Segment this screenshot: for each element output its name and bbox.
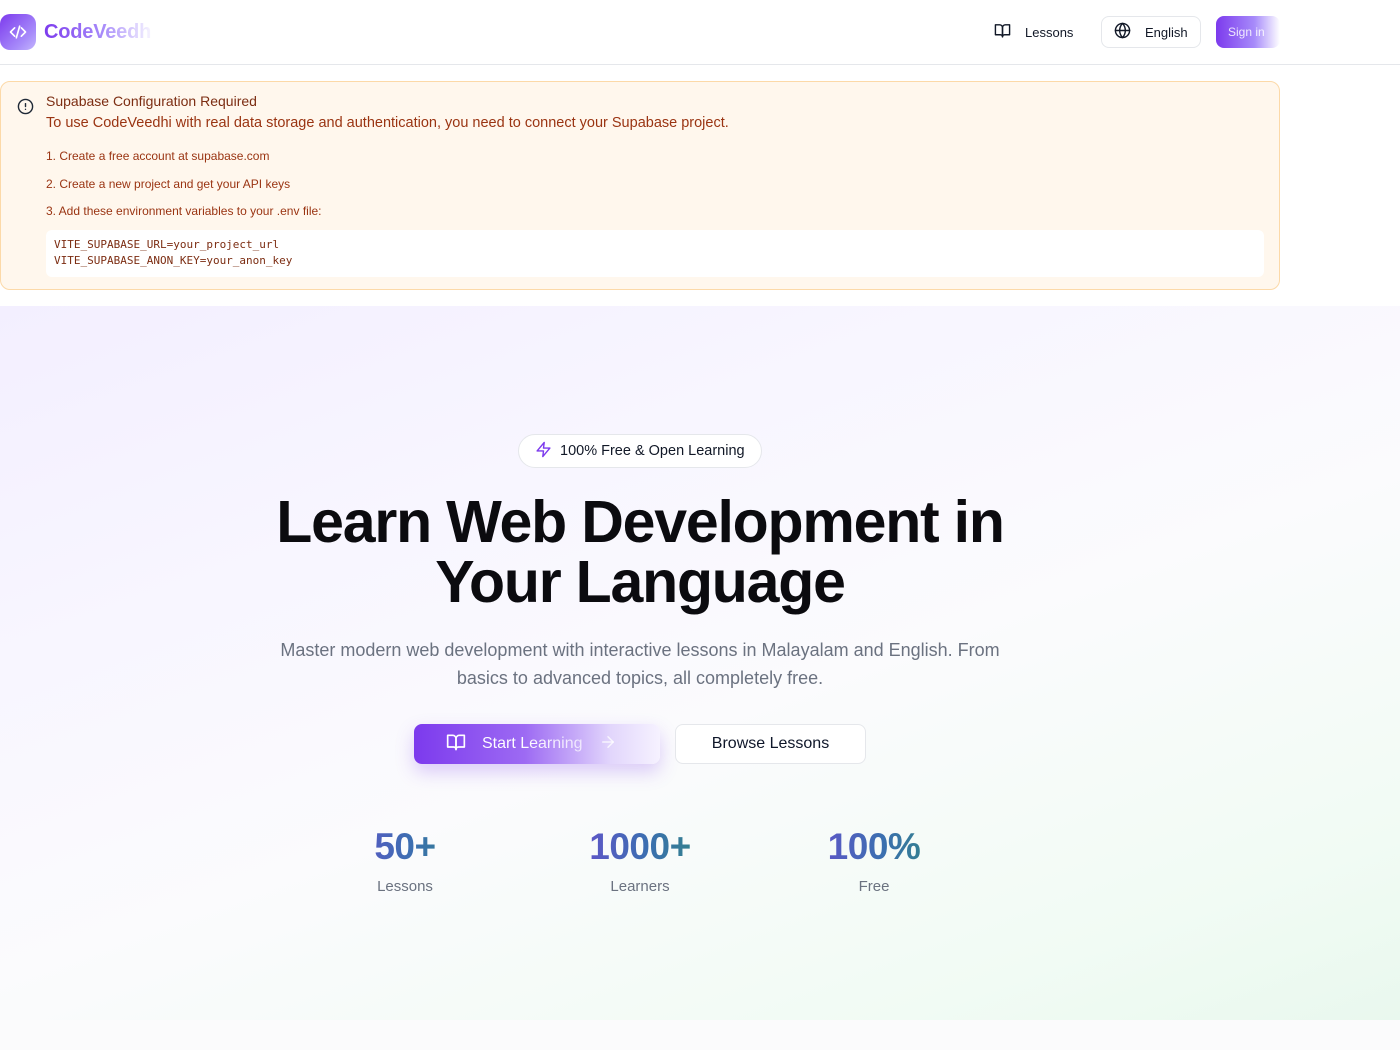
nav-lessons-label: Lessons xyxy=(1025,24,1074,40)
headline-line-2: Your Language xyxy=(435,549,846,615)
headline-line-1: Learn Web Development in xyxy=(276,489,1005,555)
brand-name: CodeVeedh xyxy=(44,20,152,43)
setup-step: 2. Create a new project and get your API… xyxy=(46,176,291,191)
hero-subtext: Master modern web development with inter… xyxy=(250,636,1030,692)
arrow-right-icon xyxy=(599,733,617,756)
stat-free: 100% Free xyxy=(794,826,954,895)
badge-label: 100% Free & Open Learning xyxy=(560,443,745,459)
zap-icon xyxy=(535,441,552,462)
book-open-icon xyxy=(994,22,1011,42)
globe-icon xyxy=(1114,22,1131,42)
language-selector[interactable]: English xyxy=(1101,16,1201,48)
sign-in-button[interactable]: Sign in xyxy=(1216,16,1280,48)
stat-label: Free xyxy=(858,878,890,895)
start-learning-label: Start Learning xyxy=(482,735,583,752)
supabase-config-alert: Supabase Configuration Required To use C… xyxy=(0,81,1280,290)
setup-steps: 1. Create a free account at supabase.com… xyxy=(46,149,322,232)
code-line: VITE_SUPABASE_ANON_KEY=your_anon_key xyxy=(54,254,293,267)
brand-logo[interactable]: CodeVeedh xyxy=(0,14,151,50)
nav-lessons-link[interactable]: Lessons xyxy=(982,16,1085,48)
stat-label: Learners xyxy=(610,878,670,895)
start-learning-button[interactable]: Start Learning xyxy=(414,724,660,764)
top-navbar: CodeVeedh Lessons English Sign in xyxy=(0,0,1400,65)
setup-step: 1. Create a free account at supabase.com xyxy=(46,149,270,163)
setup-step: 3. Add these environment variables to yo… xyxy=(46,204,322,218)
subtext-line-1: Master modern web development with inter… xyxy=(280,640,1000,660)
stat-value: 1000+ xyxy=(560,826,720,868)
browse-lessons-button[interactable]: Browse Lessons xyxy=(675,724,866,764)
alert-description: To use CodeVeedhi with real data storage… xyxy=(46,115,729,131)
stat-lessons: 50+ Lessons xyxy=(325,826,485,895)
subtext-line-2: basics to advanced topics, all completel… xyxy=(456,668,824,688)
env-code-block: VITE_SUPABASE_URL=your_project_url VITE_… xyxy=(46,230,1264,277)
free-learning-badge: 100% Free & Open Learning xyxy=(518,434,762,468)
next-section-edge xyxy=(0,1020,1400,1050)
stat-value: 50+ xyxy=(325,826,485,868)
stat-label: Lessons xyxy=(377,878,433,895)
stat-value: 100% xyxy=(794,826,954,868)
alert-title: Supabase Configuration Required xyxy=(46,93,257,109)
hero-headline: Learn Web Development in Your Language xyxy=(200,492,1080,612)
hero-section: 100% Free & Open Learning Learn Web Deve… xyxy=(0,306,1400,1020)
language-label: English xyxy=(1145,24,1188,40)
code-icon xyxy=(0,14,36,50)
stat-learners: 1000+ Learners xyxy=(560,826,720,895)
code-line: VITE_SUPABASE_URL=your_project_url xyxy=(54,238,280,251)
alert-circle-icon xyxy=(17,98,34,120)
book-open-icon xyxy=(446,732,466,757)
